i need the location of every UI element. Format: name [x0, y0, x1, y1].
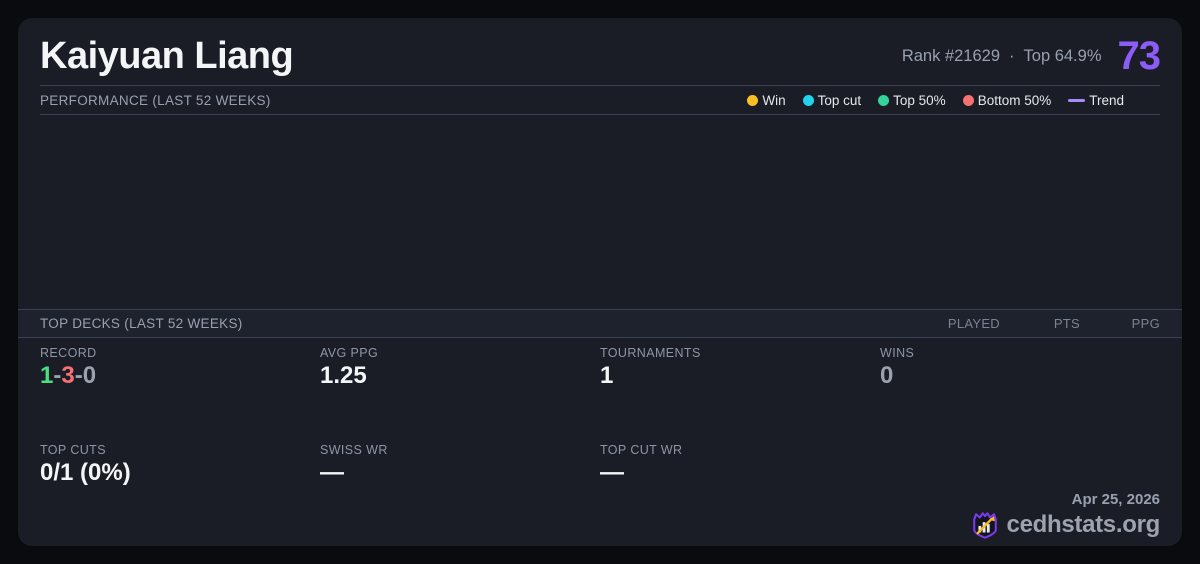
tournaments-value: 1 — [600, 362, 614, 389]
stat-tournaments: TOURNAMENTS 1 — [600, 346, 880, 438]
rank-line: Rank #21629 · Top 64.9% — [902, 47, 1102, 66]
stat-top-cuts: TOP CUTS 0/1 (0%) — [40, 443, 320, 540]
stat-top-cut-wr: TOP CUT WR — — [600, 443, 880, 540]
record-losses: 3 — [61, 362, 75, 389]
player-stats-card: Kaiyuan Liang Rank #21629 · Top 64.9% 73… — [18, 18, 1182, 546]
legend-item-trend: Trend — [1068, 93, 1124, 108]
performance-header-row: PERFORMANCE (LAST 52 WEEKS) Win Top cut … — [40, 86, 1160, 115]
swiss-wr-value: — — [320, 458, 344, 486]
summary-stats-grid: RECORD 1-3-0 AVG PPG 1.25 TOURNAMENTS 1 … — [18, 338, 1182, 546]
legend-label: Trend — [1089, 92, 1124, 108]
top-cut-wr-value: — — [600, 458, 624, 486]
legend-label: Top 50% — [893, 92, 946, 108]
brand-lockup[interactable]: cedhstats.org — [970, 510, 1160, 540]
stat-label: TOP CUTS — [40, 442, 106, 457]
player-name: Kaiyuan Liang — [40, 35, 294, 77]
top-percent-text: Top 64.9% — [1023, 47, 1102, 65]
top-decks-header-row: TOP DECKS (LAST 52 WEEKS) PLAYED PTS PPG — [18, 309, 1182, 338]
stat-avg-ppg: AVG PPG 1.25 — [320, 346, 600, 438]
record-wins: 1 — [40, 362, 54, 389]
win-dot-icon — [747, 94, 759, 106]
card-header: Kaiyuan Liang Rank #21629 · Top 64.9% 73 — [40, 18, 1161, 86]
stat-label: TOURNAMENTS — [600, 346, 701, 360]
card-footer: Apr 25, 2026 cedhstats.org — [880, 443, 1160, 540]
stat-label: WINS — [880, 346, 915, 360]
performance-title: PERFORMANCE (LAST 52 WEEKS) — [40, 92, 271, 108]
stat-label: SWISS WR — [320, 442, 388, 457]
legend-label: Bottom 50% — [977, 92, 1052, 108]
legend-item-top-50: Top 50% — [878, 93, 946, 108]
top-decks-columns: PLAYED PTS PPG — [920, 316, 1160, 331]
header-right: Rank #21629 · Top 64.9% 73 — [902, 34, 1161, 79]
player-score: 73 — [1117, 34, 1161, 78]
stat-record: RECORD 1-3-0 — [40, 346, 320, 438]
wins-value: 0 — [880, 362, 894, 389]
record-draws: 0 — [82, 362, 97, 389]
top-cuts-value: 0/1 (0%) — [40, 458, 131, 486]
avg-ppg-value: 1.25 — [320, 362, 367, 389]
rank-separator: · — [1009, 47, 1015, 65]
legend-label: Win — [762, 92, 786, 108]
record-sep: - — [74, 362, 83, 389]
cedhstats-logo-icon — [972, 512, 997, 539]
record-value: 1-3-0 — [40, 362, 320, 389]
date-text: Apr 25, 2026 — [1071, 491, 1160, 508]
stat-label: AVG PPG — [320, 346, 379, 360]
legend-item-win: Win — [747, 92, 786, 108]
brand-text: cedhstats.org — [1006, 511, 1161, 538]
top-decks-title: TOP DECKS (LAST 52 WEEKS) — [40, 316, 243, 331]
stat-wins: WINS 0 — [880, 346, 1160, 438]
column-played: PLAYED — [947, 316, 1000, 331]
legend-item-bottom-50: Bottom 50% — [962, 92, 1052, 108]
performance-chart — [18, 115, 1182, 309]
top-cut-dot-icon — [802, 94, 814, 106]
stat-label: TOP CUT WR — [600, 442, 683, 457]
trend-line-icon — [1068, 98, 1086, 102]
top-50-dot-icon — [878, 94, 890, 106]
column-ppg: PPG — [1131, 316, 1160, 331]
rank-text: Rank #21629 — [901, 47, 1001, 65]
stat-label: RECORD — [40, 346, 97, 360]
column-pts: PTS — [1053, 316, 1080, 331]
bottom-50-dot-icon — [962, 94, 974, 106]
legend-item-top-cut: Top cut — [802, 92, 862, 108]
legend-label: Top cut — [817, 92, 862, 108]
chart-legend: Win Top cut Top 50% Bottom 50% Trend — [747, 93, 1160, 108]
stat-swiss-wr: SWISS WR — — [320, 443, 600, 540]
